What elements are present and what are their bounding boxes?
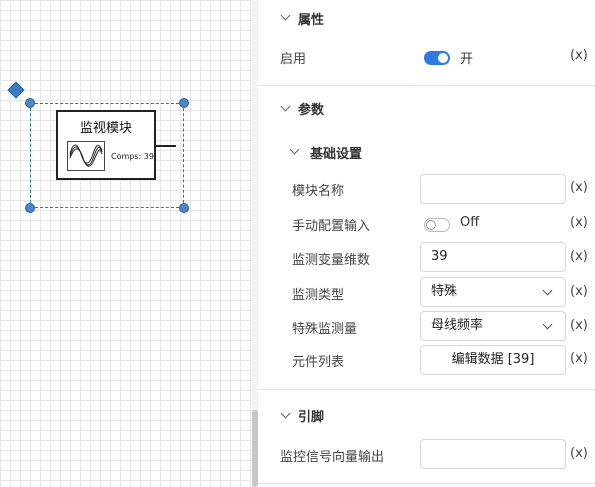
manual-input-expression-button[interactable]: (x) xyxy=(570,215,588,230)
edit-data-button[interactable]: 编辑数据 [39] xyxy=(420,345,566,375)
manual-input-state-text: Off xyxy=(460,215,480,230)
module-name-label: 模块名称 xyxy=(292,184,345,199)
block-title: 监视模块 xyxy=(79,121,132,136)
manual-input-toggle[interactable] xyxy=(424,218,450,232)
divider xyxy=(258,483,595,484)
subsection-basic-title[interactable]: 基础设置 xyxy=(310,143,362,162)
monitor-block[interactable]: 监视模块 Comps: 39 xyxy=(56,110,156,180)
diagram-canvas[interactable] xyxy=(0,0,258,487)
monitor-type-expression-button[interactable]: (x) xyxy=(570,284,588,299)
resize-handle-bottom-right[interactable] xyxy=(179,203,189,213)
monitor-type-label: 监测类型 xyxy=(292,288,345,303)
component-list-expression-button[interactable]: (x) xyxy=(570,351,588,366)
waveform-icon xyxy=(67,141,105,171)
special-qty-value: 母线频率 xyxy=(431,318,484,333)
enable-expression-button[interactable]: (x) xyxy=(570,48,588,63)
chevron-down-icon xyxy=(542,319,553,330)
resize-handle-top-left[interactable] xyxy=(25,98,35,108)
resize-handle-top-right[interactable] xyxy=(179,98,189,108)
component-list-label: 元件列表 xyxy=(292,355,345,370)
chevron-down-icon xyxy=(542,285,553,296)
manual-input-label: 手动配置输入 xyxy=(292,219,371,234)
enable-label: 启用 xyxy=(280,52,307,67)
monitor-type-select[interactable]: 特殊 xyxy=(420,277,566,307)
monitor-type-value: 特殊 xyxy=(431,284,458,299)
module-name-input[interactable] xyxy=(420,174,566,204)
special-qty-expression-button[interactable]: (x) xyxy=(570,318,588,333)
section-params-title[interactable]: 参数 xyxy=(298,99,324,118)
section-pins-title[interactable]: 引脚 xyxy=(298,406,324,425)
output-port[interactable] xyxy=(156,145,176,147)
var-dim-expression-button[interactable]: (x) xyxy=(570,249,588,264)
comps-count-label: Comps: 39 xyxy=(111,152,154,161)
module-name-expression-button[interactable]: (x) xyxy=(570,180,588,195)
divider xyxy=(258,389,595,390)
special-qty-label: 特殊监测量 xyxy=(292,322,358,337)
resize-handle-bottom-left[interactable] xyxy=(25,203,35,213)
var-dim-input[interactable]: 39 xyxy=(420,242,566,272)
signal-output-label: 监控信号向量输出 xyxy=(280,450,385,465)
var-dim-label: 监测变量维数 xyxy=(292,253,371,268)
enable-state-text: 开 xyxy=(460,52,474,67)
signal-output-expression-button[interactable]: (x) xyxy=(570,446,588,461)
section-properties-title[interactable]: 属性 xyxy=(298,9,324,28)
divider xyxy=(258,85,595,86)
signal-output-input[interactable] xyxy=(420,439,566,469)
enable-toggle[interactable] xyxy=(424,51,450,65)
special-qty-select[interactable]: 母线频率 xyxy=(420,311,566,341)
